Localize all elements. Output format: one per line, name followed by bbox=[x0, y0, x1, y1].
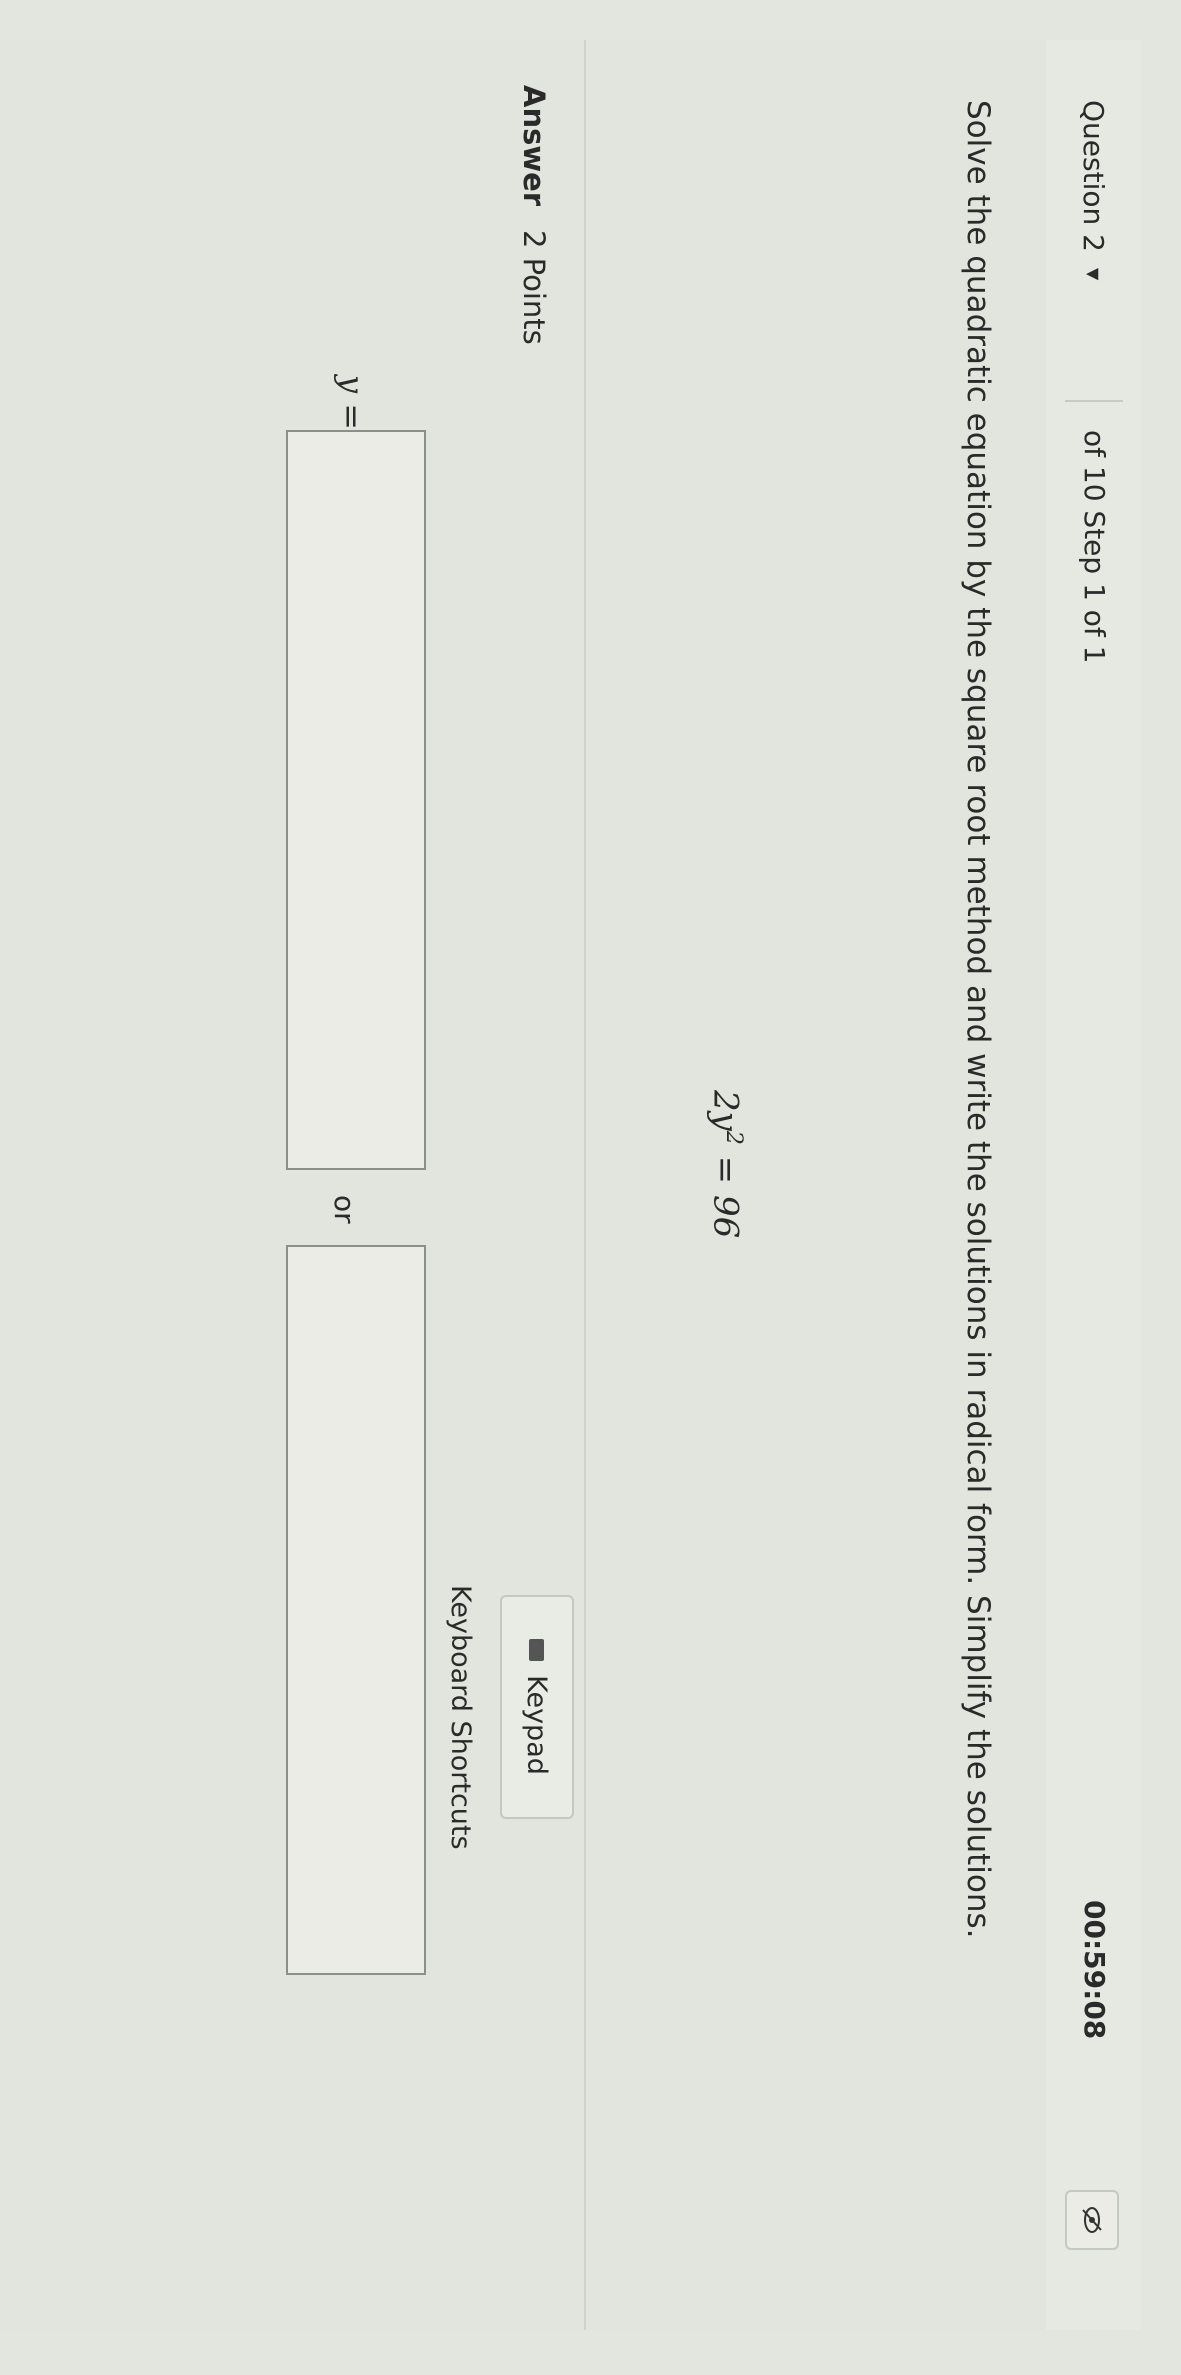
answer-input-1[interactable] bbox=[286, 430, 426, 1170]
equation-lhs: 2y bbox=[705, 1090, 746, 1131]
equation: 2y2 = 96 bbox=[706, 1090, 746, 1238]
question-selector[interactable]: Question 2 ▼ bbox=[1065, 100, 1123, 402]
chevron-down-icon: ▼ bbox=[1084, 267, 1104, 281]
question-header: Question 2 ▼ of 10 Step 1 of 1 00:59:08 bbox=[1044, 40, 1141, 2330]
hide-timer-button[interactable] bbox=[1065, 2190, 1119, 2250]
question-page: Question 2 ▼ of 10 Step 1 of 1 00:59:08 … bbox=[0, 0, 1181, 2375]
keypad-label: Keypad bbox=[521, 1675, 553, 1775]
eye-slash-icon bbox=[1082, 2207, 1102, 2233]
or-label: or bbox=[328, 1195, 361, 1224]
timer: 00:59:08 bbox=[1078, 1900, 1111, 2040]
keypad-button[interactable]: Keypad bbox=[500, 1595, 574, 1819]
step-progress: of 10 Step 1 of 1 bbox=[1078, 430, 1111, 664]
question-content: Solve the quadratic equation by the squa… bbox=[0, 40, 1046, 2330]
keyboard-shortcuts-link[interactable]: Keyboard Shortcuts bbox=[445, 1585, 476, 1850]
question-prompt: Solve the quadratic equation by the squa… bbox=[960, 100, 996, 1939]
question-label: Question 2 bbox=[1077, 100, 1111, 252]
equation-rhs: = 96 bbox=[705, 1144, 746, 1239]
keyboard-icon bbox=[529, 1639, 545, 1662]
answer-input-2[interactable] bbox=[286, 1245, 426, 1975]
variable-label: y = bbox=[333, 375, 371, 431]
equation-exponent: 2 bbox=[721, 1130, 746, 1145]
answer-label: Answer bbox=[517, 85, 551, 207]
points-label: 2 Points bbox=[517, 230, 551, 345]
divider bbox=[584, 40, 586, 2330]
